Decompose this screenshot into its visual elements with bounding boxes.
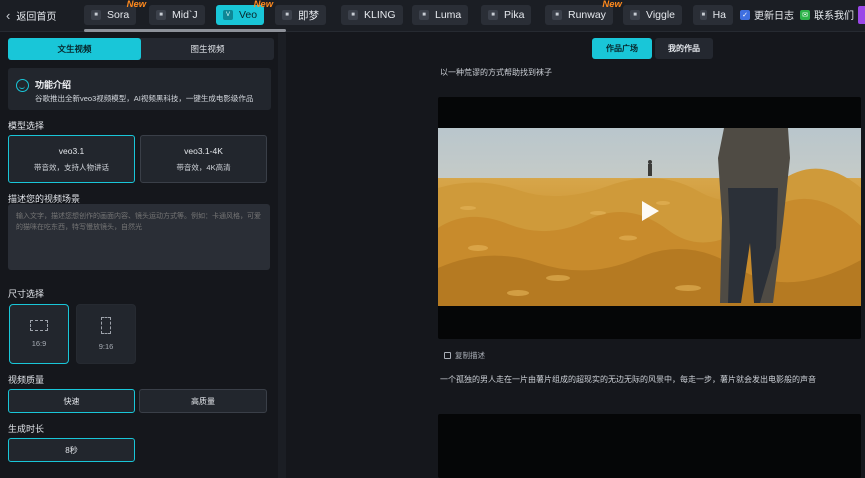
quality-fast-button[interactable]: 快速 [8, 389, 135, 413]
previous-caption: 以一种荒谬的方式帮助找到袜子 [440, 68, 552, 77]
mode-switch: 文生视频 图生视频 [8, 38, 274, 60]
sora-icon: ■ [91, 10, 101, 20]
chat-icon: ✉ [800, 9, 810, 20]
left-panel: 文生视频 图生视频 功能介绍 谷歌推出全新veo3视频模型，AI视频黑科技，一键… [0, 33, 278, 478]
feature-intro: 功能介绍 谷歌推出全新veo3视频模型，AI视频黑科技，一键生成电影级作品 [8, 68, 271, 110]
changelog-label: 更新日志 [754, 11, 794, 22]
tab-pika[interactable]: ■ Pika [481, 5, 532, 25]
copy-icon [444, 352, 451, 359]
landscape-icon [30, 320, 48, 331]
video-player[interactable] [438, 97, 861, 339]
luma-icon: ■ [419, 10, 429, 20]
smile-icon [16, 79, 29, 92]
changelog-link[interactable]: ✓ 更新日志 [740, 7, 794, 22]
intro-desc: 谷歌推出全新veo3视频模型，AI视频黑科技，一键生成电影级作品 [35, 94, 254, 103]
tab-image-to-video[interactable]: 图生视频 [141, 38, 274, 60]
model-name: veo3.1-4K [184, 145, 223, 156]
new-badge: New [126, 0, 147, 10]
tab-label: Mid`J [172, 9, 198, 21]
contact-label: 联系我们 [814, 11, 854, 22]
runway-icon: ■ [552, 10, 562, 20]
video-caption: 一个孤独的男人走在一片由薯片组成的超现实的无边无际的风景中，每走一步，薯片就会发… [440, 375, 816, 384]
tab-label: 即梦 [298, 9, 319, 22]
model-desc: 带音效，4K高清 [176, 162, 231, 172]
top-bar: ‹ 返回首页 ■ Sora New ■ Mid`J V Veo New ■ 即梦… [0, 0, 865, 32]
model-desc: 带音效，支持人物讲话 [34, 162, 109, 172]
tabs-scrollbar[interactable] [84, 29, 286, 32]
duration-8s-button[interactable]: 8秒 [8, 438, 135, 462]
new-badge: New [253, 0, 274, 10]
jimeng-icon: ■ [282, 10, 292, 20]
model-card-veo31-4k[interactable]: veo3.1-4K 带音效，4K高清 [140, 135, 267, 183]
tab-viggle[interactable]: ■ Viggle [623, 5, 682, 25]
tab-veo[interactable]: V Veo New [216, 0, 273, 25]
tab-text-to-video[interactable]: 文生视频 [8, 38, 141, 60]
copy-label: 复制描述 [455, 351, 485, 360]
portrait-icon [101, 317, 111, 334]
size-label-9-16: 9:16 [98, 342, 114, 351]
changelog-icon: ✓ [740, 9, 750, 20]
model-card-veo31[interactable]: veo3.1 带音效，支持人物讲话 [8, 135, 135, 183]
tab-my-works[interactable]: 我的作品 [655, 38, 713, 59]
copy-description-button[interactable]: 复制描述 [444, 350, 485, 361]
model-name: veo3.1 [58, 145, 85, 156]
tab-label: KLING [364, 9, 396, 21]
tab-jimeng[interactable]: ■ 即梦 [275, 5, 326, 25]
size-16-9[interactable]: 16:9 [9, 304, 69, 364]
play-icon[interactable] [636, 198, 662, 224]
right-panel: 作品广场 我的作品 以一种荒谬的方式帮助找到袜子 复制描述 一个孤独的男人走在一… [286, 33, 865, 478]
back-home-label: 返回首页 [16, 11, 57, 23]
panel-divider[interactable] [278, 33, 286, 478]
new-badge: New [602, 0, 622, 10]
tab-label: Luma [435, 9, 462, 21]
viggle-icon: ■ [630, 10, 640, 20]
tab-sora[interactable]: ■ Sora New [84, 0, 146, 25]
intro-title: 功能介绍 [35, 80, 72, 90]
tab-hailuo[interactable]: ■ Ha [693, 5, 733, 25]
tab-label: Runway [568, 9, 606, 21]
pika-icon: ■ [488, 10, 498, 20]
tab-label: Ha [712, 9, 726, 21]
midjourney-icon: ■ [156, 10, 166, 20]
tab-label: Viggle [646, 9, 675, 21]
tab-midjourney[interactable]: ■ Mid`J [149, 5, 205, 25]
tab-label: Sora [107, 9, 130, 21]
kling-icon: ■ [348, 10, 358, 20]
quality-high-button[interactable]: 高质量 [139, 389, 267, 413]
profile-tab-edge[interactable] [858, 6, 865, 24]
tab-gallery[interactable]: 作品广场 [592, 38, 652, 59]
tab-label: Veo [239, 9, 258, 21]
back-home-button[interactable]: ‹ 返回首页 [6, 6, 56, 24]
size-label: 尺寸选择 [8, 289, 45, 299]
contact-link[interactable]: ✉ 联系我们 [800, 7, 854, 22]
size-label-16-9: 16:9 [31, 339, 47, 348]
quality-label: 视频质量 [8, 375, 45, 385]
hailuo-icon: ■ [700, 10, 707, 20]
chevron-left-icon: ‹ [6, 7, 11, 23]
model-label: 模型选择 [8, 121, 45, 131]
tab-kling[interactable]: ■ KLING [341, 5, 403, 25]
tab-label: Pika [504, 9, 525, 21]
veo-icon: V [223, 10, 233, 20]
prompt-input[interactable] [8, 204, 270, 270]
size-9-16[interactable]: 9:16 [76, 304, 136, 364]
video-player-2[interactable] [438, 414, 861, 478]
tab-luma[interactable]: ■ Luma [412, 5, 469, 25]
duration-label: 生成时长 [8, 424, 45, 434]
tab-runway[interactable]: ■ Runway New [545, 0, 622, 25]
